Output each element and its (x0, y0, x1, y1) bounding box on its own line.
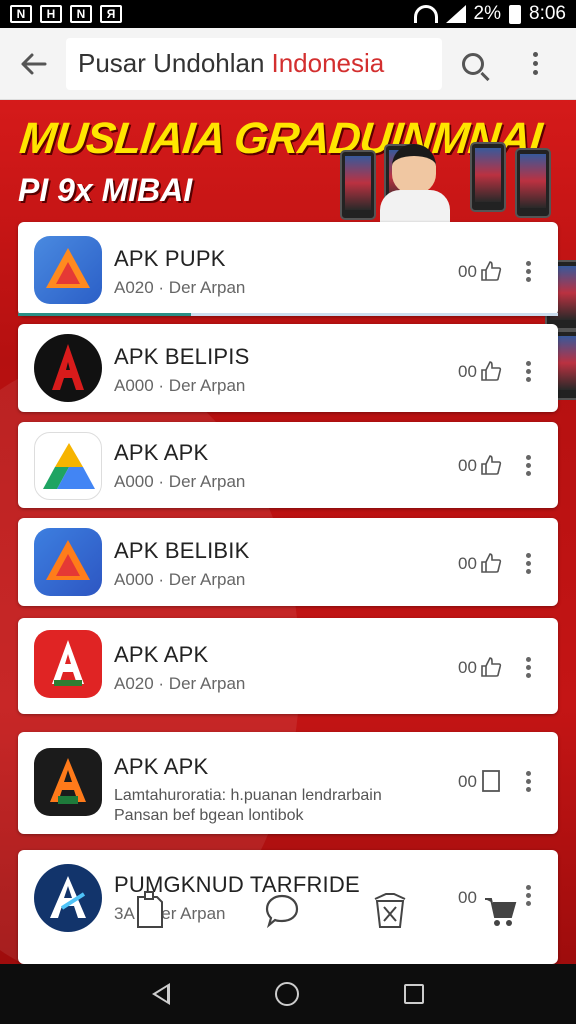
back-button[interactable] (0, 28, 66, 100)
app-description: Pansan bef bgean lontibok (114, 807, 304, 824)
item-more-button[interactable] (518, 652, 538, 682)
search-icon (462, 52, 484, 75)
thumbs-up-icon[interactable] (480, 656, 502, 678)
letter-a-icon (34, 630, 102, 698)
app-name: APK PUPK (114, 246, 226, 271)
letter-a-icon (34, 864, 102, 932)
item-more-button[interactable] (518, 766, 538, 796)
chat-bubble-icon (265, 894, 299, 928)
app-meta: A000 · Der Arpan (114, 376, 246, 395)
notification-icon: Я (100, 5, 122, 23)
app-name: APK APK (114, 754, 209, 779)
cart-icon (485, 898, 517, 926)
app-meta: A020 · Der Arpan (114, 674, 246, 693)
list-item[interactable]: APK APK A020 · Der Arpan 00 (18, 618, 558, 714)
cart-button[interactable] (480, 888, 520, 932)
presenter-image (380, 144, 450, 230)
notification-icons: N H N Я (10, 5, 122, 23)
top-app-bar: Pusar Undohlan Indonesia (0, 28, 576, 100)
thumbs-up-icon[interactable] (480, 552, 502, 574)
bookmark-icon[interactable] (480, 768, 502, 794)
app-name: APK BELIPIS (114, 344, 250, 369)
document-button[interactable] (130, 888, 170, 932)
like-count: 00 (458, 658, 477, 677)
play-triangle-icon (34, 528, 102, 596)
system-nav-bar (0, 964, 576, 1024)
app-name: APK BELIBIK (114, 538, 250, 563)
more-vert-icon (532, 52, 538, 75)
list-item[interactable]: APK APK A000 · Der Arpan 00 (18, 422, 558, 508)
like-count: 00 (458, 262, 477, 281)
app-description: Lamtahuroratia: h.puanan lendrarbain (114, 787, 382, 804)
progress-fill (18, 313, 191, 316)
nav-home-button[interactable] (274, 982, 299, 1006)
app-name: APK APK (114, 642, 209, 667)
app-meta: A000 · Der Arpan (114, 472, 246, 491)
list-item[interactable]: APK APK Lamtahuroratia: h.puanan lendrar… (18, 732, 558, 834)
search-field[interactable]: Pusar Undohlan Indonesia (66, 37, 442, 90)
screen: N H N Я 2% 8:06 Pusar Undohlan Indonesia (0, 0, 576, 1024)
play-triangle-icon (34, 236, 102, 304)
item-more-button[interactable] (518, 450, 538, 480)
back-triangle-icon (152, 983, 171, 1005)
app-meta: A000 · Der Arpan (114, 570, 246, 589)
search-button[interactable] (442, 28, 504, 100)
thumbs-up-icon[interactable] (480, 454, 502, 476)
recents-square-icon (403, 984, 424, 1004)
item-more-button[interactable] (518, 356, 538, 386)
like-count: 00 (458, 456, 477, 475)
delete-button[interactable] (370, 888, 410, 932)
app-name: APK APK (114, 440, 209, 465)
document-icon (137, 891, 163, 928)
home-circle-icon (274, 982, 299, 1006)
like-count: 00 (458, 772, 477, 791)
clock: 8:06 (529, 3, 566, 24)
thumbs-up-icon[interactable] (480, 360, 502, 382)
nav-recents-button[interactable] (403, 984, 424, 1004)
list-item[interactable]: APK PUPK A020 · Der Arpan 00 (18, 222, 558, 316)
notification-icon: H (40, 5, 62, 23)
nav-back-button[interactable] (152, 983, 171, 1005)
drive-triangle-icon (34, 432, 102, 500)
search-title: Pusar Undohlan (78, 48, 265, 78)
download-progress (18, 313, 558, 316)
banner-subline: PI 9x MIBAI (18, 172, 193, 208)
thumbs-up-icon[interactable] (480, 260, 502, 282)
battery-icon (509, 4, 522, 24)
action-toolbar (120, 888, 540, 938)
item-more-button[interactable] (518, 256, 538, 286)
search-title-accent: Indonesia (271, 48, 385, 78)
notification-icon: N (70, 5, 92, 23)
like-count: 00 (458, 362, 477, 381)
wifi-icon (413, 5, 438, 23)
signal-icon (445, 5, 466, 23)
comment-button[interactable] (262, 888, 302, 932)
like-count: 00 (458, 554, 477, 573)
notification-icon: N (10, 5, 32, 23)
overflow-menu-button[interactable] (504, 28, 566, 100)
status-bar: N H N Я 2% 8:06 (0, 0, 576, 28)
letter-a-icon (34, 334, 102, 402)
item-more-button[interactable] (518, 548, 538, 578)
app-meta: A020 · Der Arpan (114, 278, 246, 297)
letter-a-icon (34, 748, 102, 816)
arrow-left-icon (21, 53, 47, 74)
list-item[interactable]: APK BELIPIS A000 · Der Arpan 00 (18, 324, 558, 412)
list-item[interactable]: APK BELIBIK A000 · Der Arpan 00 (18, 518, 558, 606)
battery-percent: 2% (473, 3, 502, 24)
trash-icon (374, 893, 406, 928)
